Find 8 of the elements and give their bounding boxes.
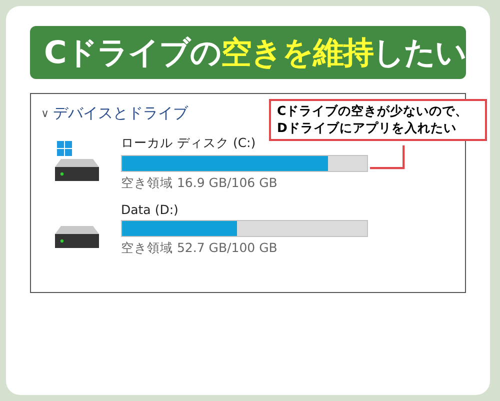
section-header: デバイスとドライブ [53,104,188,123]
callout-text: Cドライブの空きが少ないので、 Dドライブにアプリを入れたい [269,99,487,141]
drive-name[interactable]: Data (D:) [121,202,178,217]
free-space-text: 空き領域 52.7 GB/100 GB [121,240,278,257]
free-space-text: 空き領域 16.9 GB/106 GB [121,175,278,192]
title-banner: Cドライブの空きを維持したい [30,26,466,79]
chevron-icon[interactable]: ∨ [41,107,50,120]
drive-name[interactable]: ローカル ディスク (C:) [121,135,256,152]
